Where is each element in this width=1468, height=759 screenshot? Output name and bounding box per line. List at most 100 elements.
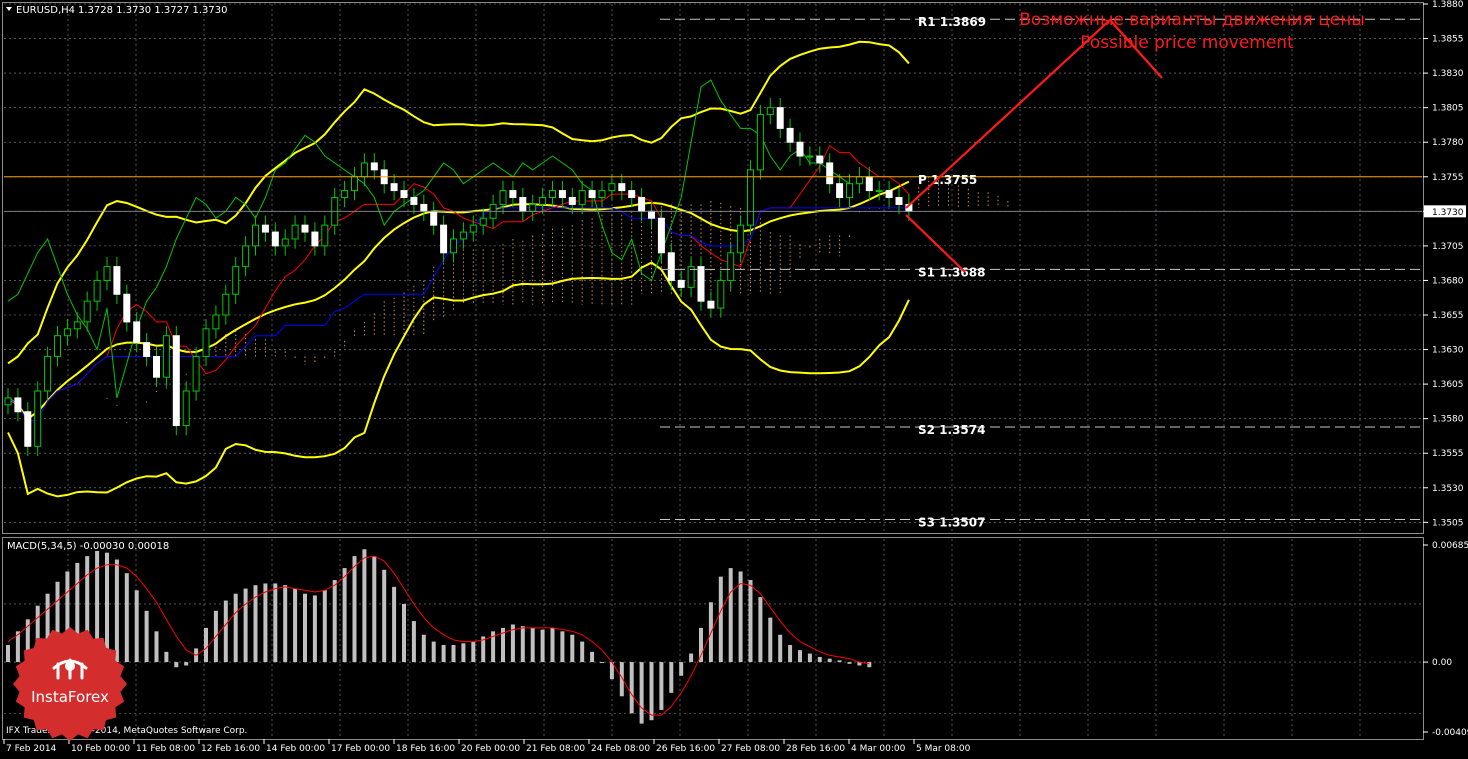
candle-body	[113, 266, 121, 295]
macd-bar	[451, 644, 456, 663]
price-tick-label: 1.3655	[1432, 311, 1464, 321]
macd-bar	[402, 603, 406, 663]
candle-body	[252, 224, 259, 247]
kijun-line	[7, 207, 909, 423]
candle-body	[875, 190, 883, 193]
time-tick-label: 4 Mar 00:00	[851, 744, 906, 754]
macd-bar	[273, 583, 278, 663]
instaforex-logo: InstaForex	[13, 627, 127, 741]
time-tick-label: 14 Feb 00:00	[266, 744, 325, 754]
macd-bar	[293, 588, 298, 663]
candle-body	[816, 155, 824, 164]
candle-body	[836, 183, 844, 199]
macd-bar	[639, 662, 644, 724]
macd-bar	[520, 626, 525, 663]
candle-body	[172, 335, 180, 427]
time-tick-label: 12 Feb 16:00	[201, 744, 260, 754]
macd-bar	[689, 653, 694, 663]
macd-bar	[431, 641, 436, 663]
candle-body	[24, 411, 32, 447]
macd-bar	[362, 549, 367, 663]
price-tick-label: 1.3805	[1432, 104, 1464, 114]
macd-bar	[798, 650, 802, 663]
candle-body	[44, 355, 52, 392]
candle-body	[162, 335, 170, 378]
candle-body	[648, 210, 655, 219]
macd-bar	[421, 634, 426, 663]
candle-body	[756, 114, 764, 171]
pivot-levels: R1 1.3869 P 1.3755 S1 1.3688 S2 1.3574 S3 1.…	[4, 15, 1422, 530]
price-tick-label: 1.3780	[1432, 138, 1464, 148]
macd-bar	[184, 662, 189, 666]
macd-bar	[243, 588, 248, 663]
macd-bar	[382, 569, 387, 663]
macd-bar	[372, 556, 377, 663]
macd-bar	[342, 568, 347, 663]
time-axis[interactable]: 7 Feb 2014 10 Feb 00:00 11 Feb 08:00 12 Feb…	[3, 739, 971, 754]
price-tick-label: 1.3830	[1432, 69, 1464, 79]
candle-body	[747, 169, 754, 226]
price-tick-label: 1.3505	[1432, 518, 1464, 528]
candle-body	[341, 190, 349, 199]
menu-triangle-icon[interactable]	[6, 7, 12, 11]
candle-body	[54, 335, 61, 357]
candle-body	[370, 162, 378, 171]
macd-bar	[560, 631, 565, 663]
time-tick-label: 20 Feb 00:00	[461, 744, 520, 754]
candle-body	[351, 176, 358, 192]
candle-body	[143, 342, 151, 357]
candle-body	[826, 162, 834, 185]
chart-window[interactable]: R1 1.3869 P 1.3755 S1 1.3688 S2 1.3574 S3 1.…	[0, 0, 1468, 755]
macd-bar	[332, 580, 337, 663]
candle-body	[123, 293, 131, 323]
candle-body	[83, 300, 91, 323]
candle-body	[776, 107, 784, 129]
macd-bar	[411, 621, 416, 663]
macd-bar	[461, 643, 466, 663]
time-tick-label: 5 Mar 08:00	[916, 744, 971, 754]
price-pane-frame	[2, 2, 1424, 534]
price-tick-label: 1.3680	[1432, 276, 1464, 286]
candle-body	[766, 107, 774, 116]
candle-body	[717, 279, 725, 309]
candle-body	[855, 176, 863, 185]
macd-bar	[312, 595, 317, 663]
candle-body	[549, 190, 556, 199]
bollinger-upper	[7, 40, 910, 365]
candle-body	[440, 224, 448, 254]
price-tick-label: 1.3530	[1432, 484, 1464, 494]
candle-body	[212, 314, 220, 330]
candle-body	[885, 190, 893, 199]
candle-body	[558, 190, 566, 199]
current-price-label: 1.3730	[1432, 208, 1464, 218]
level-label-s3: S3 1.3507	[918, 516, 985, 530]
bearish-scenario-line	[905, 214, 966, 273]
macd-bar	[778, 634, 783, 663]
price-tick-label: 1.3580	[1432, 415, 1464, 425]
candle-body	[261, 224, 269, 233]
candle-body	[578, 190, 586, 205]
candle-body	[846, 183, 853, 199]
time-tick-label: 10 Feb 00:00	[71, 744, 130, 754]
candle-body	[806, 155, 814, 158]
macd-bar	[154, 631, 159, 663]
candle-body	[202, 328, 210, 357]
macd-bar	[649, 662, 654, 721]
macd-bar	[827, 658, 832, 663]
macd-tick-label: 0.00	[1432, 658, 1452, 668]
candle-body	[103, 266, 111, 281]
time-tick-label: 17 Feb 00:00	[331, 744, 390, 754]
macd-bar	[530, 627, 535, 663]
bollinger-lower	[7, 261, 910, 498]
macd-bar	[322, 590, 327, 663]
macd-bar	[788, 644, 793, 663]
price-chart[interactable]: R1 1.3869 P 1.3755 S1 1.3688 S2 1.3574 S3 1.…	[0, 0, 1468, 755]
macd-bar	[867, 662, 872, 668]
candle-body	[479, 217, 487, 226]
macd-bar	[570, 634, 575, 663]
time-tick-label: 11 Feb 08:00	[136, 744, 195, 754]
time-tick-label: 7 Feb 2014	[6, 744, 57, 754]
candle-body	[360, 162, 368, 178]
candle-body	[737, 224, 745, 254]
time-tick-label: 28 Feb 16:00	[786, 744, 845, 754]
